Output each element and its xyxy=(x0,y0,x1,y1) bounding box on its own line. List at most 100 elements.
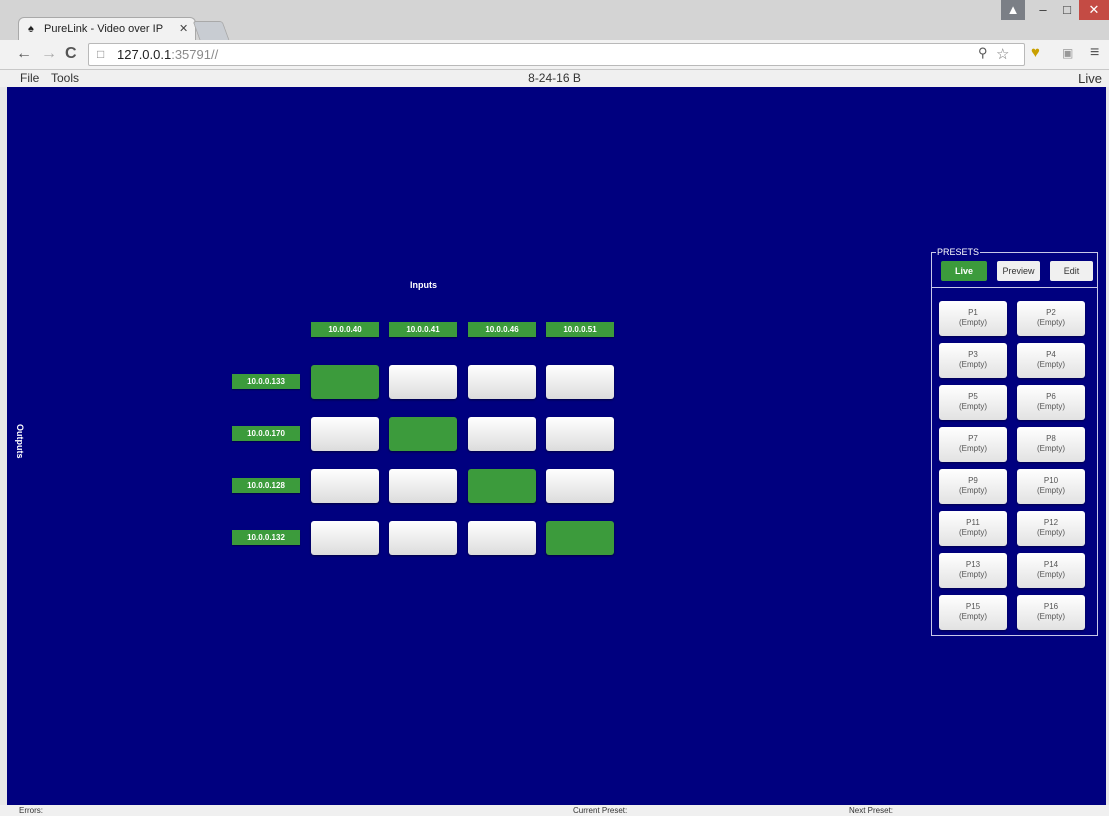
preset-state: (Empty) xyxy=(1037,318,1065,327)
output-label: 10.0.0.133 xyxy=(232,374,300,389)
user-icon[interactable]: ▲ xyxy=(1001,0,1025,20)
crosspoint-button[interactable] xyxy=(468,521,536,555)
preset-state: (Empty) xyxy=(959,318,987,327)
preset-name: P16 xyxy=(1043,602,1059,611)
preset-state: (Empty) xyxy=(959,486,987,495)
preset-name: P12 xyxy=(1043,518,1059,527)
extension-icon[interactable]: ♥ xyxy=(1031,44,1049,62)
crosspoint-button[interactable] xyxy=(311,521,379,555)
preset-button[interactable]: P1 (Empty) xyxy=(939,301,1007,336)
browser-tab[interactable]: ♠ PureLink - Video over IP ✕ xyxy=(18,17,196,40)
maximize-icon[interactable]: □ xyxy=(1055,0,1079,20)
crosspoint-button[interactable] xyxy=(389,365,457,399)
preset-state: (Empty) xyxy=(1037,528,1065,537)
presets-divider xyxy=(931,287,1098,288)
preset-name: P13 xyxy=(965,560,981,569)
preset-button[interactable]: P16 (Empty) xyxy=(1017,595,1085,630)
forward-icon[interactable]: → xyxy=(41,45,57,63)
browser-toolbar: ← → C □ 127.0.0.1:35791// xyxy=(0,40,1109,70)
zoom-icon[interactable]: ⚲ xyxy=(978,45,988,61)
page-icon: □ xyxy=(97,47,105,61)
preset-state: (Empty) xyxy=(1037,612,1065,621)
input-label: 10.0.0.40 xyxy=(311,322,379,337)
close-icon[interactable]: ✕ xyxy=(1079,0,1109,20)
bookmark-star-icon[interactable]: ☆ xyxy=(996,45,1009,63)
errors-label: Errors: xyxy=(19,806,43,815)
next-preset-label: Next Preset: xyxy=(849,806,894,815)
preset-button[interactable]: P4 (Empty) xyxy=(1017,343,1085,378)
address-bar[interactable]: □ 127.0.0.1:35791// xyxy=(88,43,1025,66)
crosspoint-button[interactable] xyxy=(311,469,379,503)
configuration-name: 8-24-16 B xyxy=(528,71,581,85)
status-bar: Errors: Current Preset: Next Preset: xyxy=(0,805,1109,816)
output-label: 10.0.0.132 xyxy=(232,530,300,545)
preset-button[interactable]: P15 (Empty) xyxy=(939,595,1007,630)
preset-name: P9 xyxy=(968,476,978,485)
preview-button[interactable]: Preview xyxy=(997,261,1040,281)
preset-button[interactable]: P13 (Empty) xyxy=(939,553,1007,588)
preset-button[interactable]: P5 (Empty) xyxy=(939,385,1007,420)
favicon-icon: ♠ xyxy=(28,23,34,35)
preset-button[interactable]: P6 (Empty) xyxy=(1017,385,1085,420)
input-label: 10.0.0.51 xyxy=(546,322,614,337)
app-menubar: 8-24-16 B File Tools Live xyxy=(0,70,1109,87)
inputs-label: Inputs xyxy=(410,280,437,290)
menu-tools[interactable]: Tools xyxy=(51,71,79,85)
preset-button[interactable]: P14 (Empty) xyxy=(1017,553,1085,588)
preset-name: P5 xyxy=(968,392,978,401)
preset-state: (Empty) xyxy=(959,402,987,411)
matrix-panel: Inputs Outputs 10.0.0.40 10.0.0.41 10.0.0.… xyxy=(7,87,1106,805)
crosspoint-button[interactable] xyxy=(389,521,457,555)
preset-state: (Empty) xyxy=(1037,360,1065,369)
crosspoint-button[interactable] xyxy=(389,469,457,503)
menu-file[interactable]: File xyxy=(20,71,39,85)
cast-icon[interactable]: ▣ xyxy=(1062,46,1073,60)
live-button[interactable]: Live xyxy=(941,261,987,281)
preset-name: P10 xyxy=(1043,476,1059,485)
url-text: 127.0.0.1:35791// xyxy=(117,47,219,62)
preset-button[interactable]: P7 (Empty) xyxy=(939,427,1007,462)
crosspoint-button[interactable] xyxy=(546,521,614,555)
crosspoint-button[interactable] xyxy=(311,417,379,451)
browser-titlebar: ♠ PureLink - Video over IP ✕ ▲ – □ ✕ xyxy=(0,0,1109,40)
crosspoint-button[interactable] xyxy=(546,417,614,451)
mode-indicator: Live xyxy=(1078,71,1102,86)
preset-button[interactable]: P8 (Empty) xyxy=(1017,427,1085,462)
crosspoint-button[interactable] xyxy=(468,365,536,399)
tab-close-icon[interactable]: ✕ xyxy=(179,22,188,35)
current-preset-label: Current Preset: xyxy=(573,806,628,815)
tab-title: PureLink - Video over IP xyxy=(44,23,164,35)
preset-state: (Empty) xyxy=(1037,486,1065,495)
preset-button[interactable]: P9 (Empty) xyxy=(939,469,1007,504)
preset-state: (Empty) xyxy=(959,612,987,621)
crosspoint-button[interactable] xyxy=(546,469,614,503)
new-tab-button[interactable] xyxy=(192,21,230,40)
back-icon[interactable]: ← xyxy=(16,45,32,63)
crosspoint-button[interactable] xyxy=(311,365,379,399)
preset-button[interactable]: P12 (Empty) xyxy=(1017,511,1085,546)
presets-title: PRESETS xyxy=(936,247,981,257)
input-label: 10.0.0.41 xyxy=(389,322,457,337)
crosspoint-button[interactable] xyxy=(468,417,536,451)
preset-name: P3 xyxy=(968,350,978,359)
output-label: 10.0.0.128 xyxy=(232,478,300,493)
preset-button[interactable]: P10 (Empty) xyxy=(1017,469,1085,504)
minimize-icon[interactable]: – xyxy=(1031,0,1055,20)
preset-button[interactable]: P2 (Empty) xyxy=(1017,301,1085,336)
preset-name: P11 xyxy=(966,518,980,527)
preset-state: (Empty) xyxy=(959,570,987,579)
preset-state: (Empty) xyxy=(1037,402,1065,411)
crosspoint-button[interactable] xyxy=(468,469,536,503)
preset-button[interactable]: P3 (Empty) xyxy=(939,343,1007,378)
crosspoint-button[interactable] xyxy=(546,365,614,399)
preset-name: P4 xyxy=(1046,350,1056,359)
preset-button[interactable]: P11 (Empty) xyxy=(939,511,1007,546)
crosspoint-button[interactable] xyxy=(389,417,457,451)
input-label: 10.0.0.46 xyxy=(468,322,536,337)
edit-button[interactable]: Edit xyxy=(1050,261,1093,281)
chrome-menu-icon[interactable]: ≡ xyxy=(1090,44,1099,62)
preset-name: P14 xyxy=(1043,560,1059,569)
preset-name: P8 xyxy=(1046,434,1056,443)
outputs-label: Outputs xyxy=(15,424,25,459)
reload-icon[interactable]: C xyxy=(65,45,77,63)
